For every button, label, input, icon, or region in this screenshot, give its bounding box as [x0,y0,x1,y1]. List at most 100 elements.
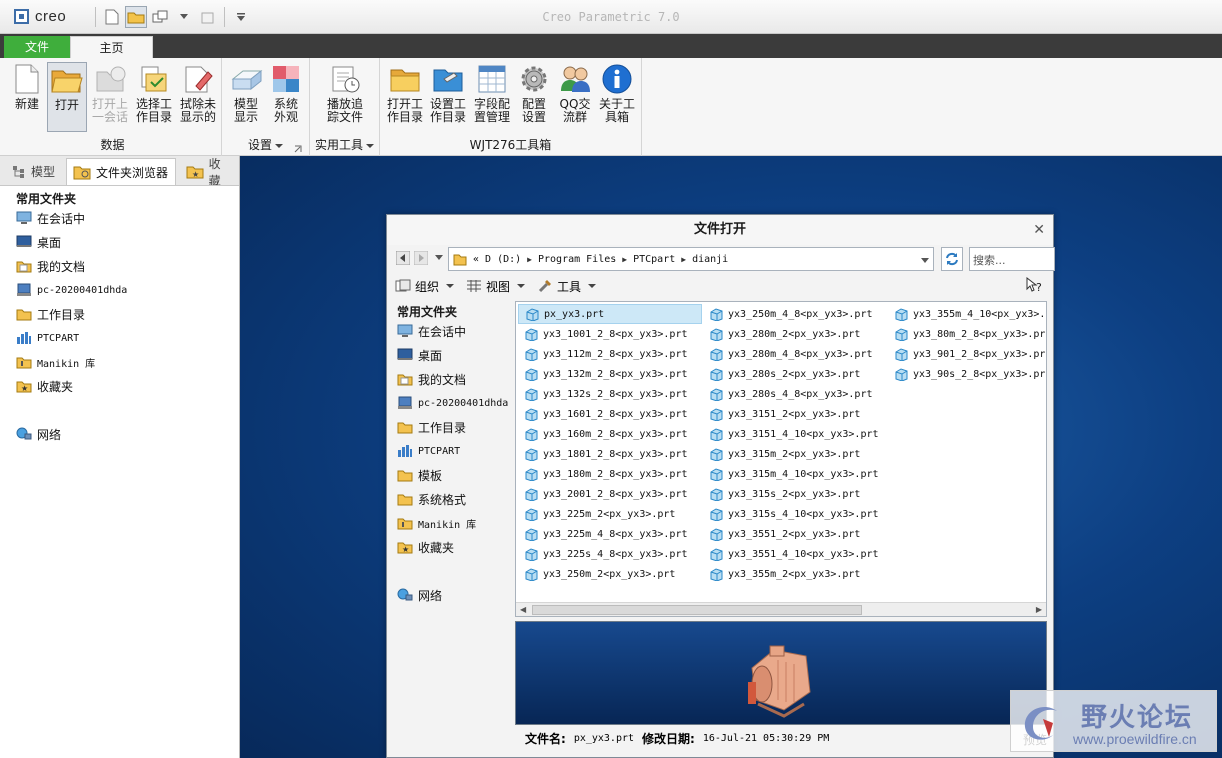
model-display-button[interactable]: 模型 显示 [226,62,266,132]
file-item[interactable]: px_yx3.prt [518,304,702,324]
horizontal-scrollbar[interactable]: ◀ ▶ [516,602,1046,616]
system-appearance-button[interactable]: 系统 外观 [266,62,306,132]
field-config-button[interactable]: 字段配 置管理 [470,62,514,132]
tab-model-tree[interactable]: 模型 [6,158,62,185]
dlg-nav-ptcpart[interactable]: PTCPART [393,439,513,463]
file-item[interactable]: yx3_3551_4_10<px_yx3>.prt [703,544,887,564]
tools-button[interactable]: 工具 [537,278,597,295]
file-item[interactable]: yx3_225m_4_8<px_yx3>.prt [518,524,702,544]
open-last-session-button[interactable]: 打开上 一会话 [89,62,131,132]
dlg-nav-in-session[interactable]: 在会话中 [393,319,513,343]
file-item[interactable]: yx3_315s_2<px_yx3>.prt [703,484,887,504]
file-item[interactable]: yx3_355m_4_10<px_yx3>. [888,304,1046,324]
nav-network[interactable]: 网络 [0,422,239,446]
dlg-nav-manikin-library[interactable]: Manikin 库 [393,511,513,535]
config-settings-button[interactable]: 配置 设置 [514,62,554,132]
file-item[interactable]: yx3_2001_2_8<px_yx3>.prt [518,484,702,504]
dlg-nav-favorites[interactable]: ★ 收藏夹 [393,535,513,559]
dlg-nav-working-directory[interactable]: 工作目录 [393,415,513,439]
file-item[interactable]: yx3_1601_2_8<px_yx3>.prt [518,404,702,424]
file-item[interactable]: yx3_132m_2_8<px_yx3>.prt [518,364,702,384]
file-item[interactable]: yx3_280s_4_8<px_yx3>.prt [703,384,887,404]
qq-group-button[interactable]: QQ交 流群 [554,62,596,132]
nav-desktop[interactable]: 桌面 [0,230,239,254]
new-button[interactable]: 新建 [8,62,46,132]
nav-in-session[interactable]: 在会话中 [0,206,239,230]
breadcrumb-ptcpart[interactable]: PTCpart [633,254,675,265]
nav-working-directory[interactable]: 工作目录 [0,302,239,326]
file-list[interactable]: px_yx3.prt yx3_1001_2_8<px_yx3>.prt yx3_11… [515,301,1047,617]
scroll-right-icon[interactable]: ▶ [1036,605,1042,614]
dlg-nav-desktop[interactable]: 桌面 [393,343,513,367]
chevron-down-icon[interactable] [921,256,929,267]
file-item[interactable]: yx3_901_2_8<px_yx3>.pr [888,344,1046,364]
computer-icon [17,283,31,296]
file-item[interactable]: yx3_355m_2<px_yx3>.prt [703,564,887,584]
file-item[interactable]: yx3_132s_2_8<px_yx3>.prt [518,384,702,404]
scroll-left-icon[interactable]: ◀ [520,605,526,614]
nav-favorites[interactable]: ★ 收藏夹 [0,374,239,398]
file-item[interactable]: yx3_280s_2<px_yx3>.prt [703,364,887,384]
file-item[interactable]: yx3_80m_2_8<px_yx3>.pr [888,324,1046,344]
tab-folder-browser[interactable]: 文件夹浏览器 [66,158,176,185]
breadcrumb-drive[interactable]: D (D:) [485,254,521,265]
address-bar[interactable]: « D (D:) ▶ Program Files ▶ PTCpart ▶ dia… [448,247,934,271]
nav-my-documents[interactable]: 我的文档 [0,254,239,278]
tab-file[interactable]: 文件 [4,36,70,58]
dialog-launcher-icon[interactable] [294,142,302,156]
forward-arrow-icon[interactable] [413,250,429,266]
file-name: yx3_280m_4_8<px_yx3>.prt [728,348,873,360]
about-toolbox-button[interactable]: 关于工 具箱 [596,62,638,132]
file-item[interactable]: yx3_112m_2_8<px_yx3>.prt [518,344,702,364]
dlg-nav-system-formats[interactable]: 系统格式 [393,487,513,511]
open-button[interactable]: 打开 [47,62,87,132]
dlg-nav-templates[interactable]: 模板 [393,463,513,487]
file-item[interactable]: yx3_315m_4_10<px_yx3>.prt [703,464,887,484]
close-icon[interactable]: ✕ [1033,215,1045,245]
file-item[interactable]: yx3_315s_4_10<px_yx3>.prt [703,504,887,524]
nav-ptcpart[interactable]: PTCPART [0,326,239,350]
dlg-nav-network[interactable]: 网络 [393,583,513,607]
select-working-dir-button[interactable]: 选择工 作目录 [132,62,176,132]
breadcrumb-overflow[interactable]: « [473,254,479,265]
scrollbar-thumb[interactable] [532,605,862,615]
open-working-dir-button[interactable]: 打开工 作目录 [384,62,426,132]
nav-manikin-library[interactable]: Manikin 库 [0,350,239,374]
dlg-nav-my-documents[interactable]: 我的文档 [393,367,513,391]
file-item[interactable]: yx3_225s_4_8<px_yx3>.prt [518,544,702,564]
organize-button[interactable]: 组织 [395,278,455,295]
model-preview[interactable] [515,621,1047,725]
context-help-icon[interactable]: ? [1025,276,1043,296]
view-button[interactable]: 视图 [466,278,526,295]
history-dropdown-icon[interactable] [431,250,447,266]
file-item[interactable]: yx3_250m_2<px_yx3>.prt [518,564,702,584]
file-item[interactable]: yx3_180m_2_8<px_yx3>.prt [518,464,702,484]
chevron-down-icon[interactable] [275,143,283,148]
refresh-icon[interactable] [941,247,963,271]
search-input[interactable]: 搜索... [969,247,1055,271]
breadcrumb-program-files[interactable]: Program Files [538,254,616,265]
nav-computer[interactable]: pc-20200401dhda [0,278,239,302]
file-item[interactable]: yx3_3551_2<px_yx3>.prt [703,524,887,544]
file-item[interactable]: yx3_1001_2_8<px_yx3>.prt [518,324,702,344]
file-item[interactable]: yx3_250m_4_8<px_yx3>.prt [703,304,887,324]
dlg-nav-computer[interactable]: pc-20200401dhda [393,391,513,415]
file-item[interactable]: yx3_90s_2_8<px_yx3>.pr [888,364,1046,384]
file-item[interactable]: yx3_225m_2<px_yx3>.prt [518,504,702,524]
file-item[interactable]: yx3_3151_2<px_yx3>.prt [703,404,887,424]
button-label: 模型 显示 [233,97,258,124]
back-arrow-icon[interactable] [395,250,411,266]
file-item[interactable]: yx3_1801_2_8<px_yx3>.prt [518,444,702,464]
tab-home[interactable]: 主页 [70,36,153,58]
play-trail-file-button[interactable]: 播放追 踪文件 [320,62,370,132]
set-working-dir-button[interactable]: 设置工 作目录 [426,62,470,132]
file-item[interactable]: yx3_315m_2<px_yx3>.prt [703,444,887,464]
breadcrumb-dianji[interactable]: dianji [692,254,728,265]
file-item[interactable]: yx3_3151_4_10<px_yx3>.prt [703,424,887,444]
tab-favorites[interactable]: ★ 收藏 [180,158,238,185]
file-item[interactable]: yx3_280m_4_8<px_yx3>.prt [703,344,887,364]
chevron-down-icon[interactable] [366,143,374,148]
file-item[interactable]: yx3_280m_2<px_yx3>.prt [703,324,887,344]
file-item[interactable]: yx3_160m_2_8<px_yx3>.prt [518,424,702,444]
erase-not-displayed-button[interactable]: 拭除未 显示的 [176,62,220,132]
